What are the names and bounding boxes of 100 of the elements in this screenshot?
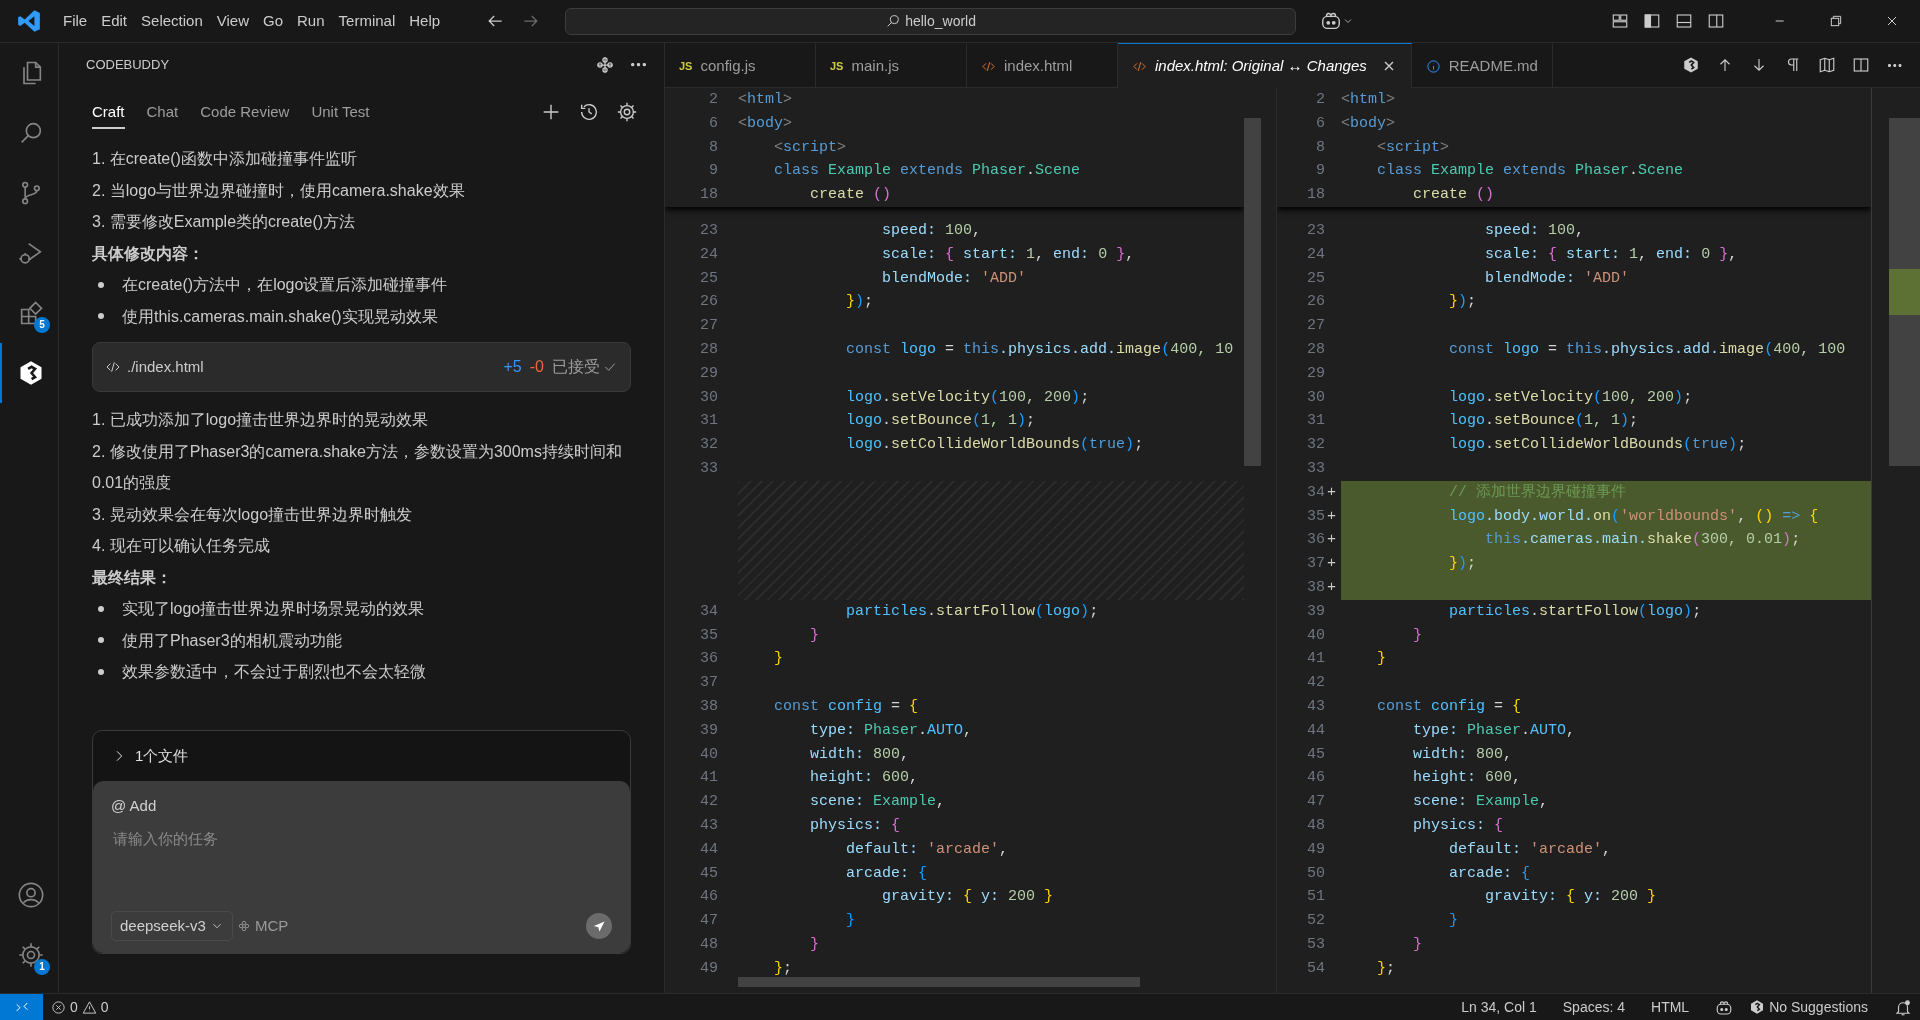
status-item[interactable]: HTML <box>1643 996 1698 1018</box>
composer-panel[interactable]: @ Add 请输入你的任务 deepseek-v3 MCP <box>93 781 630 953</box>
menu-item[interactable]: File <box>56 5 95 37</box>
line-number: 45 <box>1306 744 1325 765</box>
file-card[interactable]: ./index.html +5 -0 已接受 <box>92 342 631 392</box>
line-number: 25 <box>699 268 718 289</box>
line-number: 41 <box>1306 649 1325 670</box>
bullet-dot <box>98 668 104 675</box>
scrollbar-thumb[interactable] <box>1244 118 1261 466</box>
code-line: default: 'arcade', <box>1448 839 1613 860</box>
panel-tab[interactable]: Chat <box>146 94 179 130</box>
mention-button[interactable]: @ Add <box>111 795 157 818</box>
warning-icon <box>81 999 97 1015</box>
bullet-dot <box>98 605 104 612</box>
line-number: 28 <box>699 339 718 360</box>
problems-button[interactable]: 0 0 <box>43 996 117 1018</box>
message-text: 1. 在create()函数中添加碰撞事件监听 <box>92 149 358 169</box>
editor-tab[interactable]: index.html: Original ↔ Changes <box>1118 43 1412 88</box>
task-input[interactable]: 请输入你的任务 <box>111 825 612 886</box>
files-toggle[interactable]: 1个文件 <box>93 731 630 781</box>
code-line: gravity: { y: 200 } <box>881 887 1055 908</box>
line-number: 8 <box>1315 137 1325 158</box>
code-line: }; <box>773 958 794 979</box>
layout-icon <box>1611 12 1629 30</box>
message-heading: 具体修改内容： <box>92 243 205 264</box>
code-line: <body> <box>1341 113 1397 134</box>
code-line: } <box>1412 934 1423 955</box>
line-number: 40 <box>1306 625 1325 646</box>
code-line: type: Phaser.AUTO, <box>1412 720 1577 741</box>
send-button[interactable] <box>586 913 612 939</box>
code-line: create () <box>809 185 893 206</box>
menu-item[interactable]: Help <box>402 5 448 37</box>
line-number: 24 <box>1306 244 1325 265</box>
line-number: 6 <box>1315 113 1325 134</box>
message-text: 4. 现在可以确认任务完成 <box>92 536 271 556</box>
settings-button[interactable]: 1 <box>0 925 59 985</box>
code-line: } <box>809 934 820 955</box>
status-item[interactable]: Ln 34, Col 1 <box>1453 996 1545 1018</box>
line-number: 32 <box>699 435 718 456</box>
line-number: 37 <box>1306 554 1325 575</box>
line-number: 26 <box>1306 292 1325 313</box>
model-select[interactable]: deepseek-v3 <box>111 911 233 941</box>
message-heading: 最终结果： <box>92 567 173 588</box>
clover-icon <box>236 919 251 933</box>
file-type-icon: JS <box>830 57 844 75</box>
bell-icon <box>1894 998 1912 1017</box>
code-line: height: 600, <box>809 768 920 789</box>
history-button[interactable] <box>578 101 600 123</box>
command-center[interactable]: hello_world <box>565 7 1297 35</box>
menu-item[interactable]: Go <box>256 5 290 37</box>
panel-tab[interactable]: Craft <box>92 94 125 130</box>
message-text: 在create()方法中，在logo设置后添加碰撞事件 <box>122 275 448 295</box>
code-line: physics: { <box>809 815 902 836</box>
code-line: gravity: { y: 200 } <box>1484 887 1658 908</box>
code-line: const config = { <box>1376 696 1523 717</box>
code-line: const config = { <box>773 696 920 717</box>
move-icon <box>595 55 615 75</box>
line-number: 27 <box>699 316 718 337</box>
line-number: 23 <box>1306 221 1325 241</box>
panel-tab[interactable]: Unit Test <box>311 94 370 130</box>
code-line: speed: 100, <box>881 221 983 241</box>
scrollbar-thumb[interactable] <box>738 977 1140 987</box>
settings-icon <box>616 101 638 123</box>
move-button[interactable] <box>595 55 615 75</box>
line-number: 54 <box>1306 958 1325 979</box>
menu-item[interactable]: Edit <box>94 5 135 37</box>
line-number: 2 <box>1315 90 1325 110</box>
line-number: 8 <box>708 137 718 158</box>
message-text: 实现了logo撞击世界边界时场景晃动的效果 <box>122 599 425 619</box>
mcp-button[interactable]: MCP <box>236 914 289 938</box>
line-number: 34 <box>1306 482 1325 503</box>
change-marker <box>1889 269 1920 315</box>
menu-item[interactable]: Selection <box>134 5 210 37</box>
suggestions-status[interactable]: No Suggestions <box>1741 996 1876 1018</box>
menu-item[interactable]: Run <box>290 5 332 37</box>
menu-item[interactable]: View <box>209 5 256 37</box>
line-number: 36 <box>1306 530 1325 551</box>
settings-button[interactable] <box>616 101 638 123</box>
bullet-dot <box>98 313 104 320</box>
menu-item[interactable]: Terminal <box>331 5 403 37</box>
code-line: logo.setCollideWorldBounds(true); <box>1448 435 1748 456</box>
code-line: } <box>1448 911 1460 932</box>
line-number: 47 <box>699 911 718 932</box>
bullet-dot <box>98 637 104 644</box>
line-number: 37 <box>699 673 718 694</box>
code-icon <box>105 359 121 375</box>
extensions-button[interactable]: 5 <box>0 283 59 343</box>
line-number: 30 <box>699 387 718 408</box>
panel-tab[interactable]: Code Review <box>200 94 290 130</box>
line-number: 29 <box>1306 363 1325 384</box>
account-icon <box>16 881 45 909</box>
status-item[interactable]: Spaces: 4 <box>1554 996 1634 1018</box>
code-line: blendMode: 'ADD' <box>1484 268 1631 289</box>
line-number: 32 <box>1306 435 1325 456</box>
settings-icon <box>16 941 45 969</box>
hexagon-icon <box>1749 999 1766 1015</box>
code-line: arcade: { <box>845 863 929 884</box>
code-line: } <box>773 649 784 670</box>
line-number: 48 <box>699 934 718 955</box>
split-editor-icon <box>1852 56 1870 74</box>
